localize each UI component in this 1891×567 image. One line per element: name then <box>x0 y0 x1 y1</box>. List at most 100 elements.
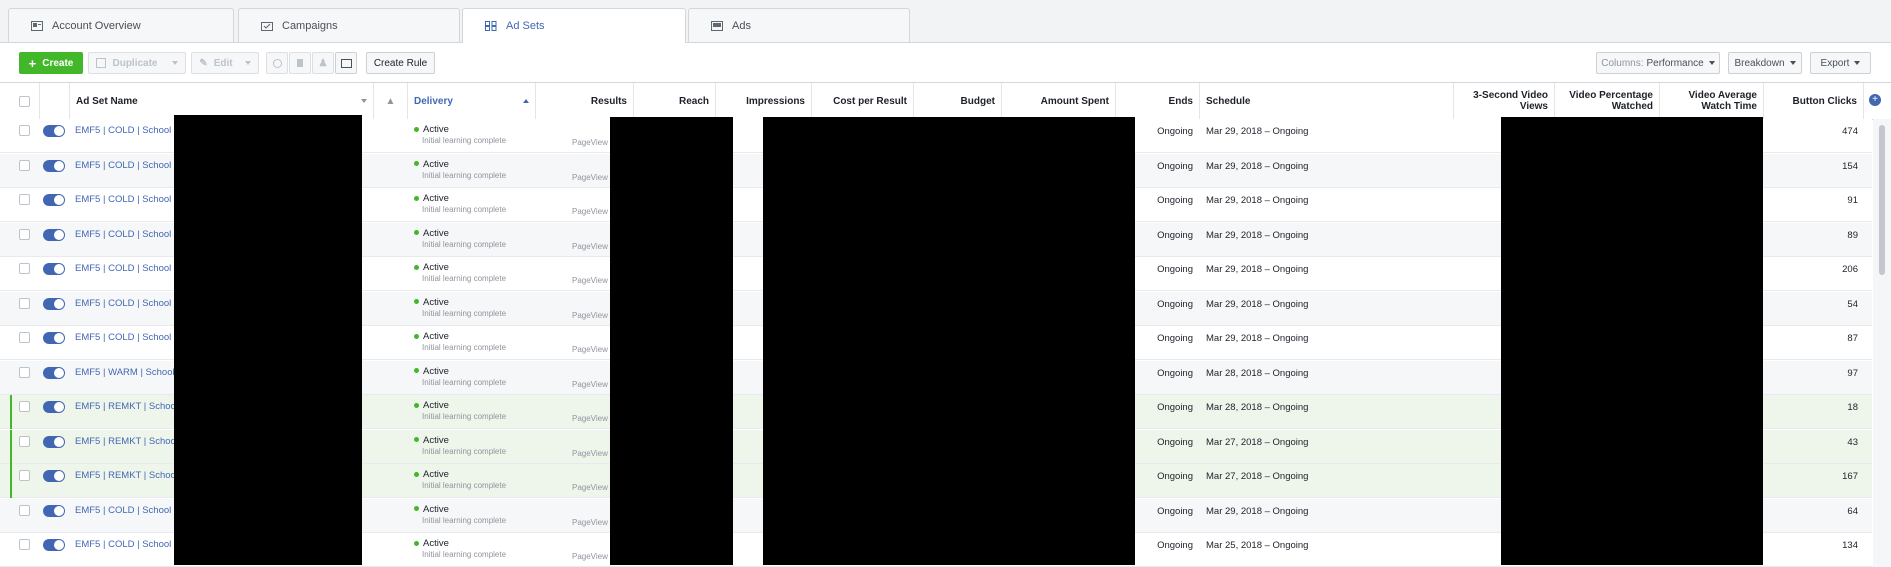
row-checkbox[interactable] <box>19 539 30 550</box>
delivery-substatus: Initial learning complete <box>422 205 507 214</box>
header-results[interactable]: Results <box>536 83 634 119</box>
ad-set-name-link[interactable]: EMF5 | REMKT | School <box>75 436 178 447</box>
row-checkbox[interactable] <box>19 332 30 343</box>
row-toggle[interactable] <box>43 263 65 275</box>
row-toggle[interactable] <box>43 401 65 413</box>
row-toggle[interactable] <box>43 159 65 172</box>
column-label-line2: Watch Time <box>1701 101 1757 112</box>
ad-set-name-link[interactable]: EMF5 | COLD | School | <box>75 125 176 136</box>
toggle-knob <box>54 126 64 136</box>
row-toggle[interactable] <box>43 297 65 310</box>
row-checkbox[interactable] <box>19 159 30 171</box>
delivery-substatus: Initial learning complete <box>422 377 507 387</box>
delivery-status: Active <box>414 228 449 239</box>
tab-account-overview[interactable]: Account Overview <box>8 8 234 42</box>
header-video-average-watch-time[interactable]: Video Average Watch Time <box>1660 83 1764 119</box>
row-checkbox[interactable] <box>19 263 30 274</box>
toggle-knob <box>54 229 64 240</box>
result-type: PageView <box>572 552 608 561</box>
button-clicks-value: 64 <box>1847 505 1858 517</box>
add-column-icon[interactable]: + <box>1869 94 1881 106</box>
create-button[interactable]: + Create <box>19 52 83 74</box>
preview-button[interactable] <box>335 52 357 74</box>
columns-select[interactable]: Columns: Performance <box>1596 52 1720 74</box>
row-toggle[interactable] <box>43 435 65 448</box>
row-checkbox[interactable] <box>19 435 30 447</box>
ad-set-name-link[interactable]: EMF5 | COLD | School | <box>75 263 176 274</box>
row-checkbox[interactable] <box>19 366 30 378</box>
export-button[interactable]: Export <box>1810 52 1871 74</box>
header-schedule[interactable]: Schedule <box>1200 83 1454 119</box>
duplicate-icon <box>96 58 107 68</box>
chevron-down-icon <box>244 61 251 65</box>
tab-ad-sets[interactable]: Ad Sets <box>462 8 686 43</box>
row-toggle[interactable] <box>43 539 65 551</box>
audience-button[interactable]: ♟ <box>312 52 334 74</box>
header-button-clicks[interactable]: Button Clicks <box>1764 83 1864 119</box>
delivery-substatus: Initial learning complete <box>422 239 507 249</box>
ab-test-button[interactable] <box>266 52 288 74</box>
header-video-percentage-watched[interactable]: Video Percentage Watched <box>1555 83 1660 119</box>
vertical-scrollbar[interactable] <box>1873 119 1891 565</box>
duplicate-button[interactable]: Duplicate <box>88 52 186 74</box>
toggle-knob <box>54 436 64 447</box>
ad-set-name-link[interactable]: EMF5 | COLD | School | <box>75 160 176 171</box>
ad-set-name-link[interactable]: EMF5 | COLD | School | <box>75 229 176 240</box>
row-checkbox[interactable] <box>19 228 30 240</box>
columns-prefix: Columns: <box>1601 57 1644 69</box>
row-toggle[interactable] <box>43 366 65 379</box>
row-checkbox[interactable] <box>19 470 30 481</box>
breakdown-button[interactable]: Breakdown <box>1728 52 1802 74</box>
header-ends[interactable]: Ends <box>1116 83 1200 119</box>
result-type: PageView <box>572 241 608 251</box>
row-toggle[interactable] <box>43 332 65 344</box>
status-dot <box>414 402 419 408</box>
toggle-knob <box>54 540 64 550</box>
ad-set-name-link[interactable]: EMF5 | REMKT | School <box>75 401 178 412</box>
tab-ads[interactable]: Ads <box>688 8 910 42</box>
delete-button[interactable] <box>289 52 311 74</box>
row-toggle[interactable] <box>43 504 65 517</box>
row-toggle[interactable] <box>43 125 65 137</box>
ad-set-name-link[interactable]: EMF5 | WARM | School | <box>75 367 180 378</box>
toggle-knob <box>54 160 64 171</box>
row-checkbox[interactable] <box>19 125 30 136</box>
header-amount-spent[interactable]: Amount Spent <box>1002 83 1116 119</box>
tab-label: Campaigns <box>282 19 338 32</box>
create-rule-button[interactable]: Create Rule <box>366 52 435 74</box>
header-reach[interactable]: Reach <box>634 83 716 119</box>
header-cost-per-result[interactable]: Cost per Result <box>812 83 914 119</box>
ad-set-name-link[interactable]: EMF5 | COLD | School | <box>75 332 176 343</box>
ad-set-name-link[interactable]: EMF5 | COLD | School | <box>75 194 176 205</box>
account-overview-icon <box>31 20 43 31</box>
schedule-value: Mar 29, 2018 – Ongoing <box>1206 264 1309 275</box>
row-checkbox[interactable] <box>19 504 30 516</box>
header-ad-set-name[interactable]: Ad Set Name <box>70 83 374 119</box>
header-impressions[interactable]: Impressions <box>716 83 812 119</box>
row-toggle[interactable] <box>43 470 65 482</box>
status-dot <box>414 161 419 167</box>
tab-bar: Account Overview Campaigns Ad Sets Ads <box>0 0 1891 43</box>
edit-button[interactable]: ✎ Edit <box>191 52 259 74</box>
row-checkbox[interactable] <box>19 194 30 205</box>
ad-set-name-link[interactable]: EMF5 | REMKT | School <box>75 470 178 481</box>
row-checkbox[interactable] <box>19 297 30 309</box>
ad-set-name-link[interactable]: EMF5 | COLD | School | <box>75 505 176 516</box>
ad-set-name-link[interactable]: EMF5 | COLD | School | <box>75 539 176 550</box>
select-all-header <box>10 83 40 119</box>
tab-campaigns[interactable]: Campaigns <box>238 8 460 42</box>
row-toggle[interactable] <box>43 228 65 241</box>
row-checkbox[interactable] <box>19 401 30 412</box>
row-toggle[interactable] <box>43 194 65 206</box>
ad-set-name-link[interactable]: EMF5 | COLD | School | <box>75 298 176 309</box>
delivery-substatus: Initial learning complete <box>422 170 507 180</box>
select-all-checkbox[interactable] <box>19 96 30 107</box>
header-delivery[interactable]: Delivery <box>408 83 536 119</box>
scrollbar-thumb[interactable] <box>1879 125 1885 275</box>
status-text: Active <box>423 124 449 135</box>
delivery-status: Active <box>414 193 449 204</box>
header-budget[interactable]: Budget <box>914 83 1002 119</box>
header-3-second-video-views[interactable]: 3-Second Video Views <box>1454 83 1555 119</box>
button-clicks-value: 89 <box>1847 229 1858 241</box>
status-text: Active <box>423 227 449 239</box>
